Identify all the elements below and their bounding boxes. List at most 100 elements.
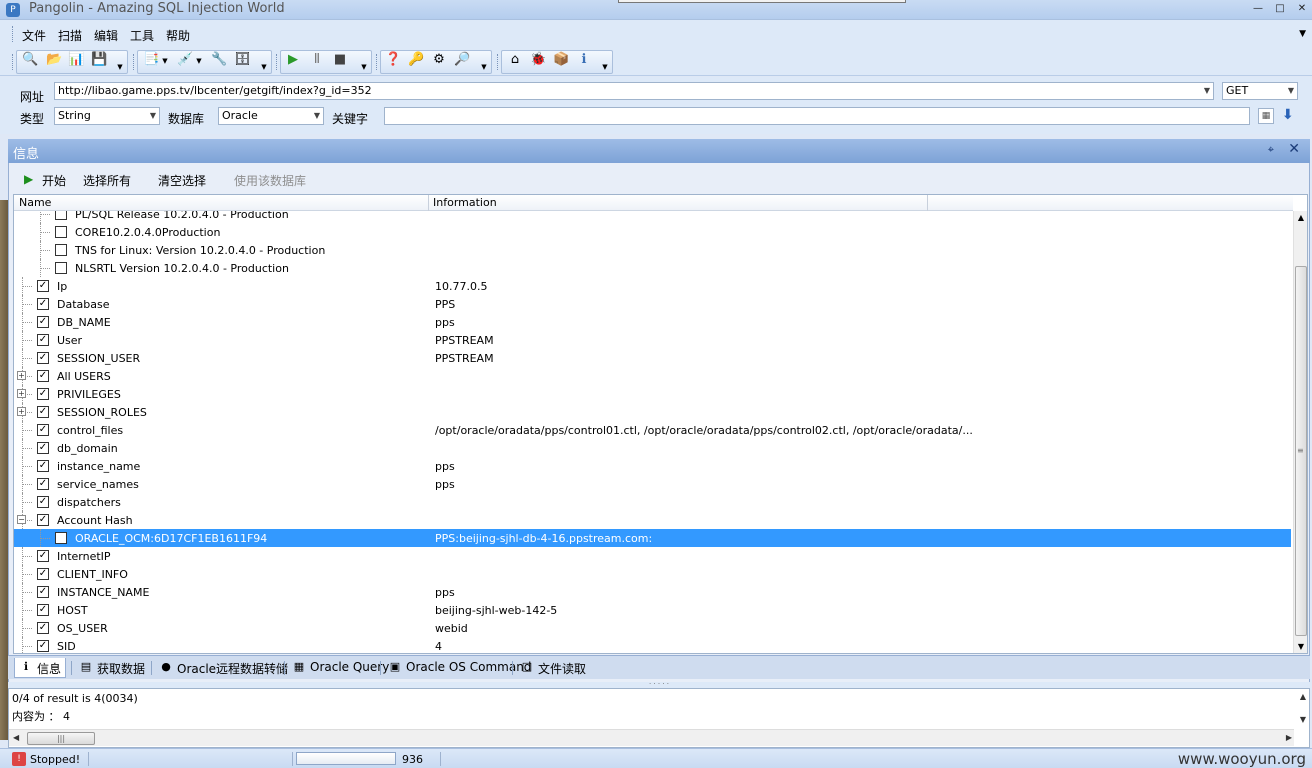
- menu-scan[interactable]: 扫描: [58, 27, 82, 44]
- tree-row[interactable]: ✓ SID 4: [14, 637, 1291, 653]
- column-divider[interactable]: [428, 195, 429, 211]
- tree-row[interactable]: ✓ DB_NAME pps: [14, 313, 1291, 331]
- menu-help[interactable]: 帮助: [166, 27, 190, 44]
- row-checkbox[interactable]: ✓: [37, 640, 49, 652]
- stop-icon[interactable]: ■: [332, 52, 348, 68]
- open-icon[interactable]: 📂: [46, 52, 62, 68]
- expand-icon[interactable]: +: [17, 371, 26, 380]
- row-checkbox[interactable]: ✓: [37, 316, 49, 328]
- select-all-button[interactable]: 选择所有: [83, 172, 131, 189]
- start-button[interactable]: 开始: [42, 172, 66, 189]
- row-checkbox[interactable]: ✓: [37, 370, 49, 382]
- dropdown-arrow-icon[interactable]: ▼: [195, 56, 203, 66]
- scroll-down-icon[interactable]: ▼: [1294, 640, 1307, 653]
- tools-icon[interactable]: 🔧: [211, 52, 227, 68]
- row-checkbox[interactable]: ✓: [37, 334, 49, 346]
- row-checkbox[interactable]: ✓: [37, 424, 49, 436]
- method-select[interactable]: GET ▼: [1222, 82, 1298, 100]
- expand-icon[interactable]: +: [17, 389, 26, 398]
- row-checkbox[interactable]: ✓: [37, 460, 49, 472]
- tree-row[interactable]: ✓ Database PPS: [14, 295, 1291, 313]
- tab-info[interactable]: ℹ 信息: [14, 658, 67, 678]
- tree-row[interactable]: TNS for Linux: Version 10.2.0.4.0 - Prod…: [14, 241, 1291, 259]
- arrow-down-icon[interactable]: ⬇: [1282, 107, 1294, 123]
- tree-row[interactable]: ✓ User PPSTREAM: [14, 331, 1291, 349]
- tab-database[interactable]: ▤ 获取数据: [75, 658, 149, 678]
- tree-row[interactable]: − ✓ Account Hash: [14, 511, 1291, 529]
- collapse-icon[interactable]: −: [17, 515, 26, 524]
- dropdown-arrow-icon[interactable]: ▼: [260, 62, 268, 72]
- pin-icon[interactable]: ⌖: [1268, 143, 1274, 157]
- scroll-up-icon[interactable]: ▲: [1294, 211, 1307, 225]
- tree-row[interactable]: + ✓ PRIVILEGES: [14, 385, 1291, 403]
- dropdown-arrow-icon[interactable]: ▼: [601, 62, 609, 72]
- minimize-button[interactable]: —: [1248, 2, 1268, 16]
- dropdown-arrow-icon[interactable]: ▼: [116, 62, 124, 72]
- use-database-button[interactable]: 使用该数据库: [234, 172, 306, 189]
- chevron-down-icon[interactable]: ▼: [1204, 83, 1210, 99]
- hscroll-thumb[interactable]: |||: [27, 732, 95, 745]
- menu-edit[interactable]: 编辑: [94, 27, 118, 44]
- database-icon[interactable]: 🗄: [234, 52, 251, 68]
- tree-row[interactable]: ✓ CLIENT_INFO: [14, 565, 1291, 583]
- scroll-up-icon[interactable]: ▲: [1300, 692, 1306, 701]
- column-name[interactable]: Name: [19, 196, 51, 209]
- close-icon[interactable]: ✕: [1288, 141, 1300, 157]
- row-checkbox[interactable]: ✓: [37, 514, 49, 526]
- tree-row[interactable]: ✓ OS_USER webid: [14, 619, 1291, 637]
- home-icon[interactable]: ⌂: [507, 52, 523, 68]
- database-select[interactable]: Oracle ▼: [218, 107, 324, 125]
- tab-file[interactable]: □ 文件读取: [516, 658, 590, 678]
- tree-row[interactable]: + ✓ All USERS: [14, 367, 1291, 385]
- maximize-button[interactable]: □: [1270, 2, 1290, 16]
- row-checkbox[interactable]: ✓: [37, 406, 49, 418]
- package-icon[interactable]: 📦: [553, 52, 569, 68]
- menu-file[interactable]: 文件: [22, 27, 46, 44]
- search-icon[interactable]: 🔍: [22, 52, 38, 68]
- row-checkbox[interactable]: ✓: [37, 298, 49, 310]
- tree-row[interactable]: ✓ control_files/opt/oracle/oradata/pps/co…: [14, 421, 1291, 439]
- tree-row[interactable]: ✓ db_domain: [14, 439, 1291, 457]
- tree-row[interactable]: ✓ INSTANCE_NAME pps: [14, 583, 1291, 601]
- row-checkbox[interactable]: [55, 244, 67, 256]
- chevron-down-icon[interactable]: ▼: [1288, 83, 1294, 99]
- row-checkbox[interactable]: [55, 226, 67, 238]
- tree-row[interactable]: PL/SQL Release 10.2.0.4.0 - Production: [14, 211, 1291, 223]
- row-checkbox[interactable]: ✓: [37, 622, 49, 634]
- find-icon[interactable]: 🔎: [454, 52, 470, 68]
- play-icon[interactable]: ▶: [24, 172, 33, 186]
- row-checkbox[interactable]: [55, 211, 67, 220]
- injection-icon[interactable]: 💉: [177, 52, 193, 68]
- report-icon[interactable]: 📑: [143, 52, 159, 68]
- tree-row[interactable]: ✓ dispatchers: [14, 493, 1291, 511]
- row-checkbox[interactable]: [55, 532, 67, 544]
- row-checkbox[interactable]: ✓: [37, 442, 49, 454]
- dropdown-arrow-icon[interactable]: ▼: [480, 62, 488, 72]
- keyword-input[interactable]: [384, 107, 1250, 125]
- key-icon[interactable]: 🔑: [408, 52, 424, 68]
- tree-row[interactable]: CORE10.2.0.4.0Production: [14, 223, 1291, 241]
- bug-icon[interactable]: 🐞: [530, 52, 546, 68]
- tree-row[interactable]: ✓ HOST beijing-sjhl-web-142-5: [14, 601, 1291, 619]
- scroll-right-icon[interactable]: ▶: [1286, 733, 1292, 742]
- help-icon[interactable]: ❓: [385, 52, 401, 68]
- settings-icon[interactable]: ⚙: [431, 52, 447, 68]
- horizontal-scrollbar[interactable]: ◀ ||| ▶: [9, 729, 1294, 746]
- dropdown-arrow-icon[interactable]: ▼: [360, 62, 368, 72]
- info-icon[interactable]: ℹ: [576, 52, 592, 68]
- row-checkbox[interactable]: ✓: [37, 352, 49, 364]
- dropdown-arrow-icon[interactable]: ▼: [161, 56, 169, 66]
- row-checkbox[interactable]: ✓: [37, 604, 49, 616]
- menu-overflow-icon[interactable]: ▼: [1299, 29, 1306, 39]
- expand-icon[interactable]: +: [17, 407, 26, 416]
- scroll-down-icon[interactable]: ▼: [1300, 715, 1306, 724]
- chevron-down-icon[interactable]: ▼: [150, 108, 156, 124]
- row-checkbox[interactable]: ✓: [37, 568, 49, 580]
- row-checkbox[interactable]: ✓: [37, 550, 49, 562]
- row-checkbox[interactable]: ✓: [37, 496, 49, 508]
- tree-row[interactable]: ✓ instance_name pps: [14, 457, 1291, 475]
- row-checkbox[interactable]: ✓: [37, 280, 49, 292]
- tree-row[interactable]: NLSRTL Version 10.2.0.4.0 - Production: [14, 259, 1291, 277]
- chevron-down-icon[interactable]: ▼: [314, 108, 320, 124]
- scroll-left-icon[interactable]: ◀: [13, 733, 19, 742]
